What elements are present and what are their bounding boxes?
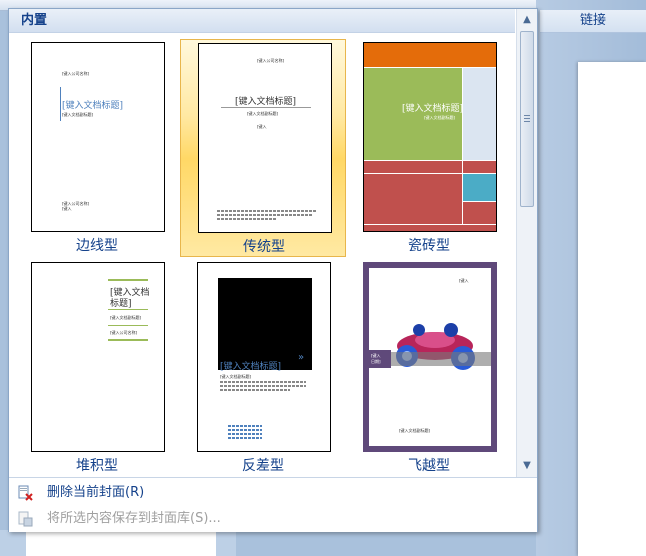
links-group-label: 链接 bbox=[540, 10, 646, 33]
remove-page-icon bbox=[18, 485, 33, 501]
thumb-rule bbox=[108, 325, 148, 326]
thumb-meta bbox=[228, 425, 262, 427]
cover-thumbnail: [键入文档 标题] [键入文档副标题] [键入公司名称] bbox=[31, 262, 165, 452]
cover-item-traditional[interactable]: [键入公司名称] [键入文档标题] [键入文档副标题] [键入 传统型 bbox=[180, 39, 346, 257]
cover-page-gallery: 内置 [键入公司名称] [键入文档标题] [键入文档副标题] [键入公司名称] … bbox=[8, 8, 538, 532]
cover-item-stacks[interactable]: [键入文档 标题] [键入文档副标题] [键入公司名称] 堆积型 bbox=[14, 259, 180, 477]
cover-thumbnail: [键入文档标题] » [键入文档副标题] bbox=[197, 262, 331, 452]
gallery-header: 内置 bbox=[9, 9, 515, 33]
cover-thumbnail: [键入公司名称] [键入文档标题] [键入文档副标题] [键入公司名称] [键入 bbox=[31, 42, 165, 232]
grip-line bbox=[524, 118, 530, 119]
cover-thumbnail: [键入 [键入 日期] [键入文档副标题] bbox=[363, 262, 497, 452]
thumb-date: [键入 bbox=[459, 278, 469, 283]
tile-blue bbox=[463, 174, 496, 201]
thumb-title: [键入文档标题] bbox=[220, 362, 282, 372]
thumb-abstract bbox=[220, 385, 306, 387]
scrollbar-thumb[interactable] bbox=[520, 31, 534, 207]
cover-thumbnail: [键入文档标题] [键入文档副标题] bbox=[363, 42, 497, 232]
thumb-date: [键入 bbox=[257, 124, 267, 129]
thumb-abstract bbox=[217, 210, 317, 212]
save-to-gallery-icon bbox=[18, 511, 33, 527]
thumb-subtitle: [键入文档副标题] bbox=[110, 315, 142, 320]
gallery-grid: [键入公司名称] [键入文档标题] [键入文档副标题] [键入公司名称] [键入… bbox=[9, 34, 515, 484]
thumb-rule bbox=[221, 107, 311, 108]
thumb-subtitle: [键入文档副标题] bbox=[424, 115, 456, 120]
thumb-rule bbox=[108, 339, 148, 341]
thumb-meta bbox=[228, 433, 262, 435]
thumb-title: [键入文档标题] bbox=[235, 97, 297, 107]
cover-label: 传统型 bbox=[243, 239, 285, 255]
scroll-down-arrow-icon[interactable]: ▼ bbox=[520, 459, 534, 473]
thumb-company: [键入公司名称] bbox=[62, 71, 90, 76]
tile-orange bbox=[364, 43, 496, 67]
thumb-meta bbox=[228, 437, 262, 439]
gallery-scrollbar[interactable]: ▲ ▼ bbox=[516, 9, 537, 477]
grip-line bbox=[524, 115, 530, 116]
thumb-rule bbox=[108, 279, 148, 281]
thumb-subtitle: [键入文档副标题] bbox=[399, 428, 431, 433]
tile-red bbox=[364, 174, 462, 224]
cover-label: 飞越型 bbox=[408, 458, 450, 474]
tile-red-corner bbox=[463, 202, 496, 224]
racecar-image bbox=[396, 323, 475, 370]
thumb-title: [键入文档标题] bbox=[62, 101, 124, 111]
cover-thumbnail: [键入公司名称] [键入文档标题] [键入文档副标题] [键入 bbox=[198, 43, 332, 233]
tile-red-small bbox=[463, 161, 496, 173]
gallery-footer: 删除当前封面(R) 将所选内容保存到封面库(S)... bbox=[9, 477, 537, 532]
save-to-gallery-item[interactable]: 将所选内容保存到封面库(S)... bbox=[9, 508, 537, 530]
date-box: [键入 日期] bbox=[369, 350, 391, 368]
thumb-rule bbox=[108, 309, 148, 310]
cover-item-tiles[interactable]: [键入文档标题] [键入文档副标题] 瓷砖型 bbox=[346, 39, 512, 257]
thumb-abstract bbox=[217, 214, 313, 216]
thumb-date: [键入 bbox=[62, 206, 72, 211]
tile-bottom bbox=[364, 225, 496, 231]
remove-cover-item[interactable]: 删除当前封面(R) bbox=[9, 482, 537, 504]
thumb-title-line2: 标题] bbox=[110, 299, 132, 309]
chevron-down-icon: » bbox=[298, 352, 305, 363]
thumb-subtitle: [键入文档副标题] bbox=[220, 374, 252, 379]
tile-lightblue bbox=[463, 68, 496, 160]
thumb-abstract bbox=[217, 218, 277, 220]
thumb-meta bbox=[228, 429, 262, 431]
cover-item-motion[interactable]: [键入 [键入 日期] [键入文档副标题] 飞越型 bbox=[346, 259, 512, 477]
document-page bbox=[578, 62, 646, 556]
tile-green bbox=[364, 68, 462, 160]
remove-cover-label: 删除当前封面(R) bbox=[47, 485, 145, 500]
scroll-up-arrow-icon[interactable]: ▲ bbox=[520, 13, 534, 27]
cover-label: 瓷砖型 bbox=[408, 238, 450, 254]
thumb-author: [键入公司名称] bbox=[110, 330, 138, 335]
document-page-left bbox=[26, 530, 216, 556]
thumb-subtitle: [键入文档副标题] bbox=[62, 112, 94, 117]
date-box-line2: 日期] bbox=[371, 359, 381, 364]
thumb-abstract bbox=[220, 389, 290, 391]
thumb-rule bbox=[60, 87, 61, 121]
cover-label: 反差型 bbox=[242, 458, 284, 474]
grip-line bbox=[524, 121, 530, 122]
cover-label: 边线型 bbox=[76, 238, 118, 254]
cover-label: 堆积型 bbox=[76, 458, 118, 474]
thumb-subtitle: [键入文档副标题] bbox=[247, 111, 279, 116]
save-to-gallery-label: 将所选内容保存到封面库(S)... bbox=[47, 511, 221, 526]
thumb-abstract bbox=[220, 381, 306, 383]
cover-item-sideline[interactable]: [键入公司名称] [键入文档标题] [键入文档副标题] [键入公司名称] [键入… bbox=[14, 39, 180, 257]
thumb-company: [键入公司名称] bbox=[257, 58, 285, 63]
tile-red-strip bbox=[364, 161, 462, 173]
cover-item-contrast[interactable]: [键入文档标题] » [键入文档副标题] 反差型 bbox=[180, 259, 346, 477]
thumb-title: [键入文档标题] bbox=[402, 104, 464, 114]
